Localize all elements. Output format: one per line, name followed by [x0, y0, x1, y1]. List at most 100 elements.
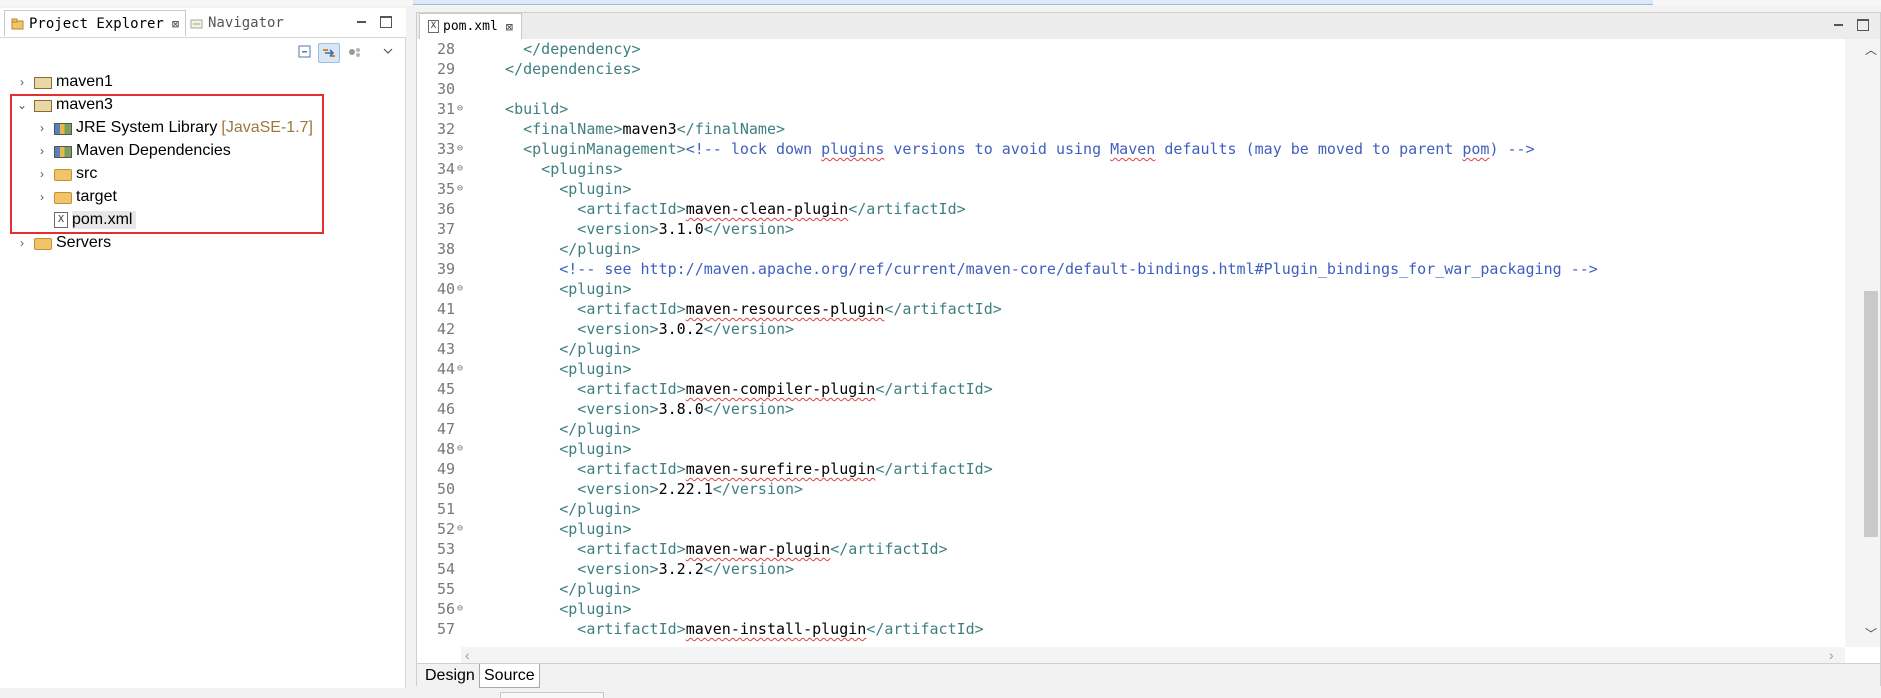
code-tag: </version> [703, 220, 795, 238]
code-line[interactable]: 33 ⊖ <pluginManagement><!-- lock down plu… [417, 139, 1845, 159]
tree-item-maven1[interactable]: › maven1 [14, 70, 113, 93]
code-line[interactable]: 53 <artifactId>maven-war-plugin</artifac… [417, 539, 1845, 559]
code-value: 2.22.1 [658, 480, 713, 498]
code-comment: pom [1462, 140, 1490, 158]
code-comment: plugins [821, 140, 885, 158]
fold-toggle-icon[interactable]: ⊖ [457, 139, 469, 159]
code-line[interactable]: 43 </plugin> [417, 339, 1845, 359]
project-explorer-panel: Project Explorer ⊠ Navigator › maven1 ⌄ … [0, 8, 406, 698]
line-number: 51 [436, 500, 455, 518]
vertical-scrollbar[interactable]: ︿ ﹀ [1845, 39, 1880, 647]
code-line[interactable]: 55 </plugin> [417, 579, 1845, 599]
code-line[interactable]: 34 ⊖ <plugins> [417, 159, 1845, 179]
code-line[interactable]: 57 <artifactId>maven-install-plugin</art… [417, 619, 1845, 639]
code-line[interactable]: 39 <!-- see http://maven.apache.org/ref/… [417, 259, 1845, 279]
minimized-view-tab[interactable] [500, 692, 604, 698]
filter-icon[interactable] [345, 43, 367, 63]
tab-design[interactable]: Design [421, 664, 479, 688]
code-line[interactable]: 48 ⊖ <plugin> [417, 439, 1845, 459]
code-line[interactable]: 47 </plugin> [417, 419, 1845, 439]
code-tag: <plugin> [487, 520, 632, 538]
minimize-icon[interactable] [356, 16, 368, 28]
xml-editor: X pom.xml ⊠ 28 </dependency> 29 </depende… [416, 12, 1881, 688]
scroll-right-icon[interactable]: › [1829, 647, 1834, 663]
code-line[interactable]: 35 ⊖ <plugin> [417, 179, 1845, 199]
line-number: 33 [436, 140, 455, 158]
code-line[interactable]: 42 <version>3.0.2</version> [417, 319, 1845, 339]
code-line[interactable]: 29 </dependencies> [417, 59, 1845, 79]
code-line[interactable]: 37 <version>3.1.0</version> [417, 219, 1845, 239]
code-tag: </version> [703, 400, 795, 418]
code-line[interactable]: 49 <artifactId>maven-surefire-plugin</ar… [417, 459, 1845, 479]
code-tag: <version> [487, 400, 659, 418]
view-menu-chevron-down-icon[interactable] [378, 43, 400, 63]
close-icon[interactable]: ⊠ [172, 17, 179, 31]
annotation-highlight-box [10, 94, 324, 234]
code-line[interactable]: 54 <version>3.2.2</version> [417, 559, 1845, 579]
code-line[interactable]: 32 <finalName>maven3</finalName> [417, 119, 1845, 139]
code-text: <!-- see http://maven.apache.org/ref/cur… [487, 259, 1598, 279]
scroll-left-icon[interactable]: ‹ [465, 647, 470, 663]
code-line[interactable]: 51 </plugin> [417, 499, 1845, 519]
fold-toggle-icon[interactable]: ⊖ [457, 359, 469, 379]
line-number: 53 [436, 540, 455, 558]
code-tag: </version> [703, 560, 795, 578]
explorer-toolbar [0, 39, 406, 67]
code-line[interactable]: 50 <version>2.22.1</version> [417, 479, 1845, 499]
tab-source[interactable]: Source [479, 664, 540, 688]
fold-toggle-icon[interactable]: ⊖ [457, 179, 469, 199]
tab-pom-xml[interactable]: X pom.xml ⊠ [419, 13, 523, 39]
code-line[interactable]: 38 </plugin> [417, 239, 1845, 259]
chevron-right-icon[interactable]: › [14, 236, 30, 250]
fold-toggle-icon[interactable]: ⊖ [457, 519, 469, 539]
code-text: <version>2.22.1</version> [487, 479, 803, 499]
code-comment: <!-- see http://maven.apache.org/ref/cur… [487, 260, 1598, 278]
fold-toggle-icon[interactable]: ⊖ [457, 159, 469, 179]
tab-navigator[interactable]: Navigator [184, 10, 290, 36]
code-line[interactable]: 30 [417, 79, 1845, 99]
scroll-up-icon[interactable]: ︿ [1864, 41, 1878, 58]
code-line[interactable]: 40 ⊖ <plugin> [417, 279, 1845, 299]
maximize-icon[interactable] [1857, 19, 1869, 31]
code-tag: </artifactId> [866, 620, 984, 638]
fold-toggle-icon[interactable]: ⊖ [457, 599, 469, 619]
horizontal-scrollbar[interactable]: ‹ › [461, 647, 1845, 663]
chevron-right-icon[interactable]: › [14, 75, 30, 89]
tree-item-servers[interactable]: › Servers [14, 231, 111, 254]
code-line[interactable]: 45 <artifactId>maven-compiler-plugin</ar… [417, 379, 1845, 399]
code-comment: versions to avoid using [884, 140, 1111, 158]
code-tag: </plugin> [487, 580, 641, 598]
code-comment: ) --> [1489, 140, 1535, 158]
maximize-icon[interactable] [380, 16, 392, 28]
scrollbar-thumb[interactable] [1864, 291, 1878, 537]
link-with-editor-icon[interactable] [318, 43, 340, 63]
fold-toggle-icon[interactable]: ⊖ [457, 439, 469, 459]
code-value: maven3 [622, 120, 677, 138]
code-line[interactable]: 31 ⊖ <build> [417, 99, 1845, 119]
code-line[interactable]: 56 ⊖ <plugin> [417, 599, 1845, 619]
code-area[interactable]: 28 </dependency> 29 </dependencies> 30 31 ⊖ … [417, 39, 1845, 647]
code-tag: </dependency> [487, 40, 641, 58]
tab-project-explorer[interactable]: Project Explorer ⊠ [4, 10, 187, 36]
minimize-icon[interactable] [1833, 19, 1845, 31]
top-strip-highlight [413, 0, 1653, 5]
code-line[interactable]: 41 <artifactId>maven-resources-plugin</a… [417, 299, 1845, 319]
fold-toggle-icon[interactable]: ⊖ [457, 279, 469, 299]
code-text: <artifactId>maven-install-plugin</artifa… [487, 619, 984, 639]
tab-label: pom.xml [443, 19, 498, 34]
code-tag: </plugin> [487, 420, 641, 438]
code-line[interactable]: 46 <version>3.8.0</version> [417, 399, 1845, 419]
code-line[interactable]: 36 <artifactId>maven-clean-plugin</artif… [417, 199, 1845, 219]
code-tag: <artifactId> [487, 620, 686, 638]
line-number: 29 [436, 60, 455, 78]
scroll-down-icon[interactable]: ﹀ [1864, 625, 1878, 642]
code-tag: </artifactId> [875, 380, 993, 398]
fold-toggle-icon[interactable]: ⊖ [457, 99, 469, 119]
code-value: maven-surefire-plugin [685, 460, 876, 478]
collapse-all-icon[interactable] [295, 43, 317, 63]
code-line[interactable]: 28 </dependency> [417, 39, 1845, 59]
code-line[interactable]: 52 ⊖ <plugin> [417, 519, 1845, 539]
code-line[interactable]: 44 ⊖ <plugin> [417, 359, 1845, 379]
code-text: </plugin> [487, 419, 641, 439]
close-icon[interactable]: ⊠ [506, 20, 513, 34]
